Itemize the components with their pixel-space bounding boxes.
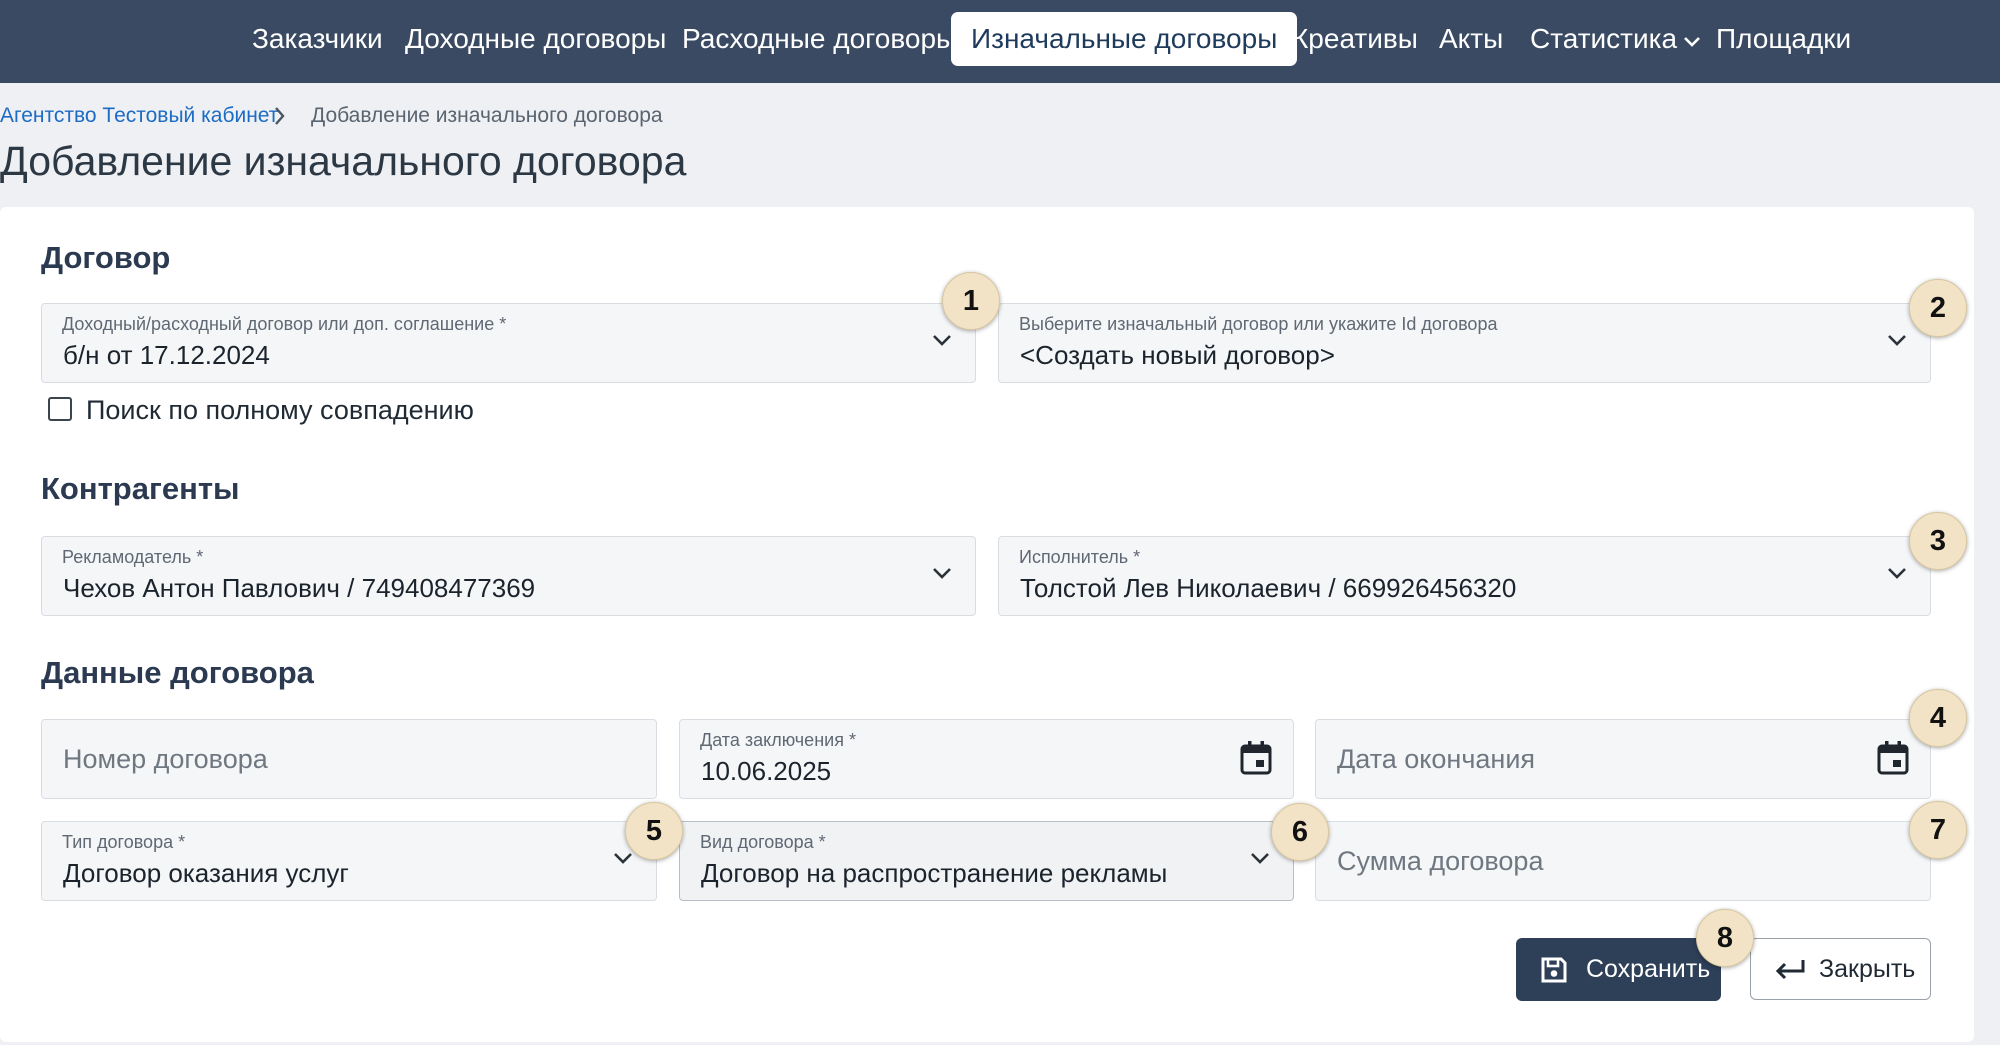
calendar-icon[interactable] (1876, 740, 1910, 781)
contract-type-label: Тип договора * (62, 832, 186, 852)
contract-amount-input[interactable]: Сумма договора (1315, 821, 1931, 901)
date-signed-value: 10.06.2025 (701, 756, 832, 786)
exact-match-checkbox[interactable] (48, 397, 72, 421)
chevron-right-icon (273, 103, 287, 134)
nav-item-income-contracts[interactable]: Доходные договоры (405, 12, 666, 66)
advertiser-value: Чехов Антон Павлович / 749408477369 (63, 573, 536, 603)
page-title: Добавление изначального договора (0, 138, 687, 184)
executor-label: Исполнитель * (1019, 547, 1141, 567)
executor-value: Толстой Лев Николаевич / 669926456320 (1020, 573, 1517, 603)
nav-item-acts[interactable]: Акты (1439, 12, 1503, 66)
marker-6: 6 (1271, 803, 1329, 861)
chevron-down-icon (931, 333, 953, 352)
section-title-contract: Договор (41, 240, 171, 275)
date-end-input[interactable]: Дата окончания (1315, 719, 1931, 799)
marker-1: 1 (942, 272, 1000, 330)
save-button[interactable]: Сохранить (1516, 938, 1721, 1001)
initial-contract-label: Выберите изначальный договор или укажите… (1019, 314, 1498, 334)
exact-match-label[interactable]: Поиск по полному совпадению (86, 395, 474, 426)
contract-number-input[interactable]: Номер договора (41, 719, 657, 799)
nav-item-expense-contracts[interactable]: Расходные договоры (682, 12, 956, 66)
parent-contract-select[interactable]: Доходный/расходный договор или доп. согл… (41, 303, 976, 383)
marker-4: 4 (1909, 689, 1967, 747)
close-button[interactable]: Закрыть (1750, 938, 1931, 1000)
date-signed-input[interactable]: Дата заключения * 10.06.2025 (679, 719, 1294, 799)
date-end-placeholder: Дата окончания (1337, 744, 1536, 774)
contract-type-value: Договор оказания услуг (63, 858, 349, 888)
close-button-label: Закрыть (1819, 955, 1916, 983)
marker-8: 8 (1696, 909, 1754, 967)
chevron-down-icon (1683, 12, 1701, 66)
contract-form-card: Договор Доходный/расходный договор или д… (0, 207, 1974, 1042)
marker-5: 5 (625, 802, 683, 860)
advertiser-label: Рекламодатель * (62, 547, 204, 567)
advertiser-select[interactable]: Рекламодатель * Чехов Антон Павлович / 7… (41, 536, 976, 616)
marker-3: 3 (1909, 512, 1967, 570)
chevron-down-icon (1886, 333, 1908, 352)
nav-item-platforms[interactable]: Площадки (1716, 12, 1851, 66)
nav-item-initial-contracts[interactable]: Изначальные договоры (951, 12, 1298, 66)
contract-amount-placeholder: Сумма договора (1337, 846, 1544, 876)
chevron-down-icon (931, 566, 953, 585)
contract-kind-label: Вид договора * (700, 832, 826, 852)
nav-item-statistics-label: Статистика (1530, 23, 1678, 54)
chevron-down-icon (1886, 566, 1908, 585)
contract-type-select[interactable]: Тип договора * Договор оказания услуг (41, 821, 657, 901)
chevron-down-icon (612, 851, 634, 870)
return-arrow-icon (1773, 957, 1807, 988)
parent-contract-value: б/н от 17.12.2024 (63, 340, 270, 370)
section-title-counterparties: Контрагенты (41, 471, 240, 506)
nav-item-customers[interactable]: Заказчики (252, 12, 383, 66)
save-button-label: Сохранить (1586, 955, 1711, 983)
initial-contract-select[interactable]: Выберите изначальный договор или укажите… (998, 303, 1931, 383)
section-title-contract-data: Данные договора (41, 655, 314, 690)
executor-select[interactable]: Исполнитель * Толстой Лев Николаевич / 6… (998, 536, 1931, 616)
top-navigation: Заказчики Доходные договоры Расходные до… (0, 0, 2000, 83)
contract-number-placeholder: Номер договора (63, 744, 268, 774)
floppy-disk-icon (1540, 956, 1568, 989)
marker-2: 2 (1909, 279, 1967, 337)
chevron-down-icon (1249, 851, 1271, 870)
calendar-icon[interactable] (1239, 740, 1273, 781)
contract-kind-value: Договор на распространение рекламы (701, 858, 1168, 888)
breadcrumb-parent-link[interactable]: Агентство Тестовый кабинет (0, 104, 278, 128)
date-signed-label: Дата заключения * (700, 730, 856, 750)
breadcrumb-current: Добавление изначального договора (311, 104, 663, 127)
initial-contract-value: <Создать новый договор> (1020, 340, 1335, 370)
contract-kind-select[interactable]: Вид договора * Договор на распространени… (679, 821, 1294, 901)
marker-7: 7 (1909, 801, 1967, 859)
nav-item-statistics[interactable]: Статистика (1530, 12, 1701, 66)
nav-item-creatives[interactable]: Креативы (1292, 12, 1418, 66)
parent-contract-label: Доходный/расходный договор или доп. согл… (62, 314, 507, 334)
